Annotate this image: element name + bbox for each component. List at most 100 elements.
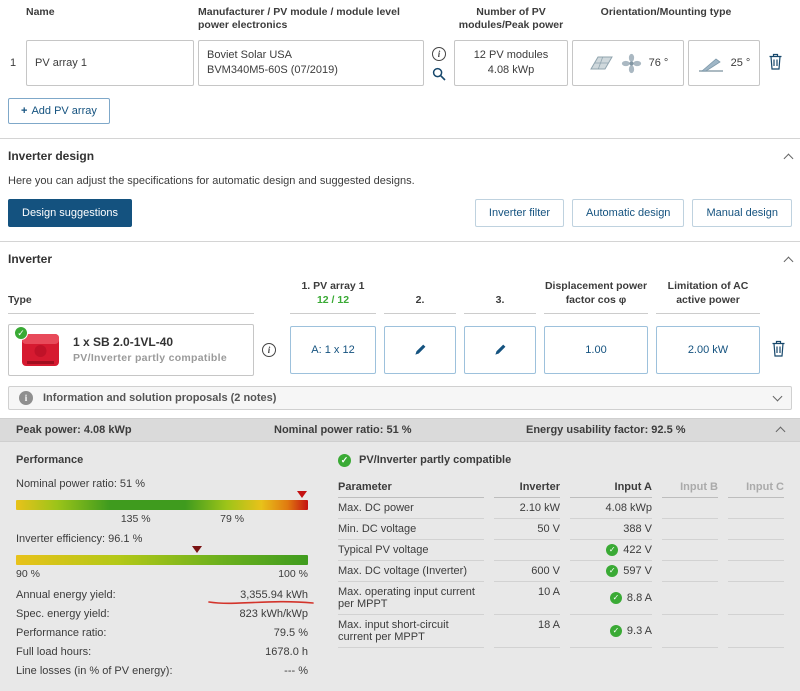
ct-inverter-value: 600 V: [494, 561, 560, 582]
array3-edit-box[interactable]: [464, 326, 536, 374]
ok-check-icon: ✓: [606, 565, 618, 577]
stat-spec-yield: Spec. energy yield: 823 kWh/kWp: [16, 608, 308, 620]
ct-input-a-value: ✓9.3 A: [570, 615, 652, 648]
inverter-ok-badge-icon: ✓: [14, 326, 28, 340]
inverter-design-section: Inverter design Here you can adjust the …: [0, 138, 800, 241]
usability-summary: Energy usability factor: 92.5 %: [526, 424, 777, 436]
expand-proposals-icon: [773, 391, 783, 401]
col-header-2: 2.: [384, 294, 456, 314]
ct-header-input-a: Input A: [570, 477, 652, 498]
add-pv-array-button[interactable]: + Add PV array: [8, 98, 110, 124]
ct-header-inverter: Inverter: [494, 477, 560, 498]
tilt-box[interactable]: 25 °: [688, 40, 760, 86]
pv-table-header: Name Manufacturer / PV module / module l…: [0, 0, 800, 32]
ct-input-a-value: ✓388 V: [570, 519, 652, 540]
roof-mounting-icon: [588, 53, 614, 73]
ventilation-fan-icon: [621, 53, 642, 74]
pv-array-section: Name Manufacturer / PV module / module l…: [0, 0, 800, 138]
ct-param: Max. input short-circuit current per MPP…: [338, 615, 484, 648]
row-index: 1: [8, 57, 22, 69]
performance-panel: Performance Nominal power ratio: 51 % 13…: [16, 454, 308, 677]
col-header-type: Type: [8, 294, 254, 314]
automatic-design-button[interactable]: Automatic design: [572, 199, 684, 227]
modules-peak-power: 12 PV modules 4.08 kWp: [454, 40, 568, 86]
trash-icon: [771, 340, 786, 357]
inverter-compatibility-note: PV/Inverter partly compatible: [73, 352, 227, 364]
inverter-type-box[interactable]: ✓ 1 x SB 2.0-1VL-40 PV/Inverter partly c…: [8, 324, 254, 376]
ac-limit-box[interactable]: 2.00 kW: [656, 326, 760, 374]
ac-limit-value: 2.00 kW: [688, 344, 728, 356]
bar2-tick-right: 100 %: [278, 568, 308, 580]
module-search-icon[interactable]: [432, 67, 446, 81]
module-count: 12 PV modules: [474, 48, 549, 63]
stat-performance-ratio: Performance ratio: 79.5 %: [16, 627, 308, 639]
collapse-inverter-design-icon[interactable]: [784, 153, 794, 163]
col-header-array1: 1. PV array 1 12 / 12: [290, 280, 376, 313]
inverter-info-icon[interactable]: i: [262, 343, 276, 357]
bar1-tick-left: 135 %: [121, 513, 151, 525]
nominal-ratio-marker-icon: [297, 491, 307, 498]
ct-inverter-value: [494, 540, 560, 561]
ct-header-input-b: Input B: [662, 477, 718, 498]
results-panel: Peak power: 4.08 kWp Nominal power ratio…: [0, 418, 800, 691]
ct-input-a-value: ✓4.08 kWp: [570, 498, 652, 519]
array2-edit-box[interactable]: [384, 326, 456, 374]
ct-inverter-value: 50 V: [494, 519, 560, 540]
orientation-box[interactable]: 76 °: [572, 40, 684, 86]
ct-inverter-value: 2.10 kW: [494, 498, 560, 519]
bar2-tick-left: 90 %: [16, 568, 40, 580]
ct-param: Max. DC voltage (Inverter): [338, 561, 484, 582]
col-header-3: 3.: [464, 294, 536, 314]
inverter-design-description: Here you can adjust the specifications f…: [8, 175, 792, 187]
cos-phi-box[interactable]: 1.00: [544, 326, 648, 374]
ok-check-icon: ✓: [610, 592, 622, 604]
collapse-inverter-icon[interactable]: [784, 256, 794, 266]
ct-input-a-value: ✓597 V: [570, 561, 652, 582]
efficiency-bar: [16, 555, 308, 565]
array-name-input[interactable]: [35, 57, 185, 69]
module-info-icon[interactable]: i: [432, 47, 446, 61]
peak-power-summary: Peak power: 4.08 kWp: [16, 424, 274, 436]
delete-array-button[interactable]: [764, 51, 786, 75]
azimuth-value: 76 °: [649, 57, 669, 69]
performance-title: Performance: [16, 454, 308, 466]
ct-param: Min. DC voltage: [338, 519, 484, 540]
pencil-icon: [494, 343, 507, 356]
delete-inverter-button[interactable]: [768, 338, 788, 362]
ct-input-a-value: ✓8.8 A: [570, 582, 652, 615]
ok-check-icon: ✓: [610, 625, 622, 637]
ct-inverter-value: 18 A: [494, 615, 560, 648]
inverter-title: Inverter: [8, 252, 52, 266]
ct-param: Typical PV voltage: [338, 540, 484, 561]
results-summary-bar: Peak power: 4.08 kWp Nominal power ratio…: [0, 418, 800, 442]
ct-input-a-value: ✓422 V: [570, 540, 652, 561]
nominal-ratio-label: Nominal power ratio: 51 %: [16, 478, 308, 490]
plus-icon: +: [21, 105, 27, 117]
pencil-icon: [414, 343, 427, 356]
nominal-ratio-summary: Nominal power ratio: 51 %: [274, 424, 526, 436]
add-pv-array-label: Add PV array: [31, 105, 96, 117]
col-header-cos-phi: Displacement power factor cos φ: [544, 280, 648, 313]
tilt-value: 25 °: [731, 57, 751, 69]
ct-header-input-c: Input C: [728, 477, 784, 498]
col-header-manufacturer: Manufacturer / PV module / module level …: [198, 6, 424, 32]
array1-assignment-box[interactable]: A: 1 x 12: [290, 326, 376, 374]
compat-check-icon: ✓: [338, 454, 351, 467]
tilt-angle-icon: [698, 53, 724, 73]
module-select[interactable]: Boviet Solar USA BVM340M5-60S (07/2019): [198, 40, 424, 86]
manual-design-button[interactable]: Manual design: [692, 199, 792, 227]
peak-power: 4.08 kWp: [488, 63, 534, 78]
stat-line-losses: Line losses (in % of PV energy): --- %: [16, 665, 308, 677]
info-proposals-row[interactable]: i Information and solution proposals (2 …: [8, 386, 792, 410]
compatibility-panel: ✓ PV/Inverter partly compatible Paramete…: [338, 454, 784, 677]
col-header-name: Name: [26, 6, 194, 19]
compatibility-table: Parameter Inverter Input A Input B Input…: [338, 477, 784, 648]
stat-full-load-hours: Full load hours: 1678.0 h: [16, 646, 308, 658]
collapse-results-icon[interactable]: [776, 427, 786, 437]
inverter-filter-button[interactable]: Inverter filter: [475, 199, 564, 227]
design-suggestions-button[interactable]: Design suggestions: [8, 199, 132, 227]
bar1-tick-right: 79 %: [220, 513, 244, 525]
efficiency-marker-icon: [192, 546, 202, 553]
pv-array-row: 1 Boviet Solar USA BVM340M5-60S (07/2019…: [0, 40, 800, 86]
inverter-design-title: Inverter design: [8, 149, 94, 163]
